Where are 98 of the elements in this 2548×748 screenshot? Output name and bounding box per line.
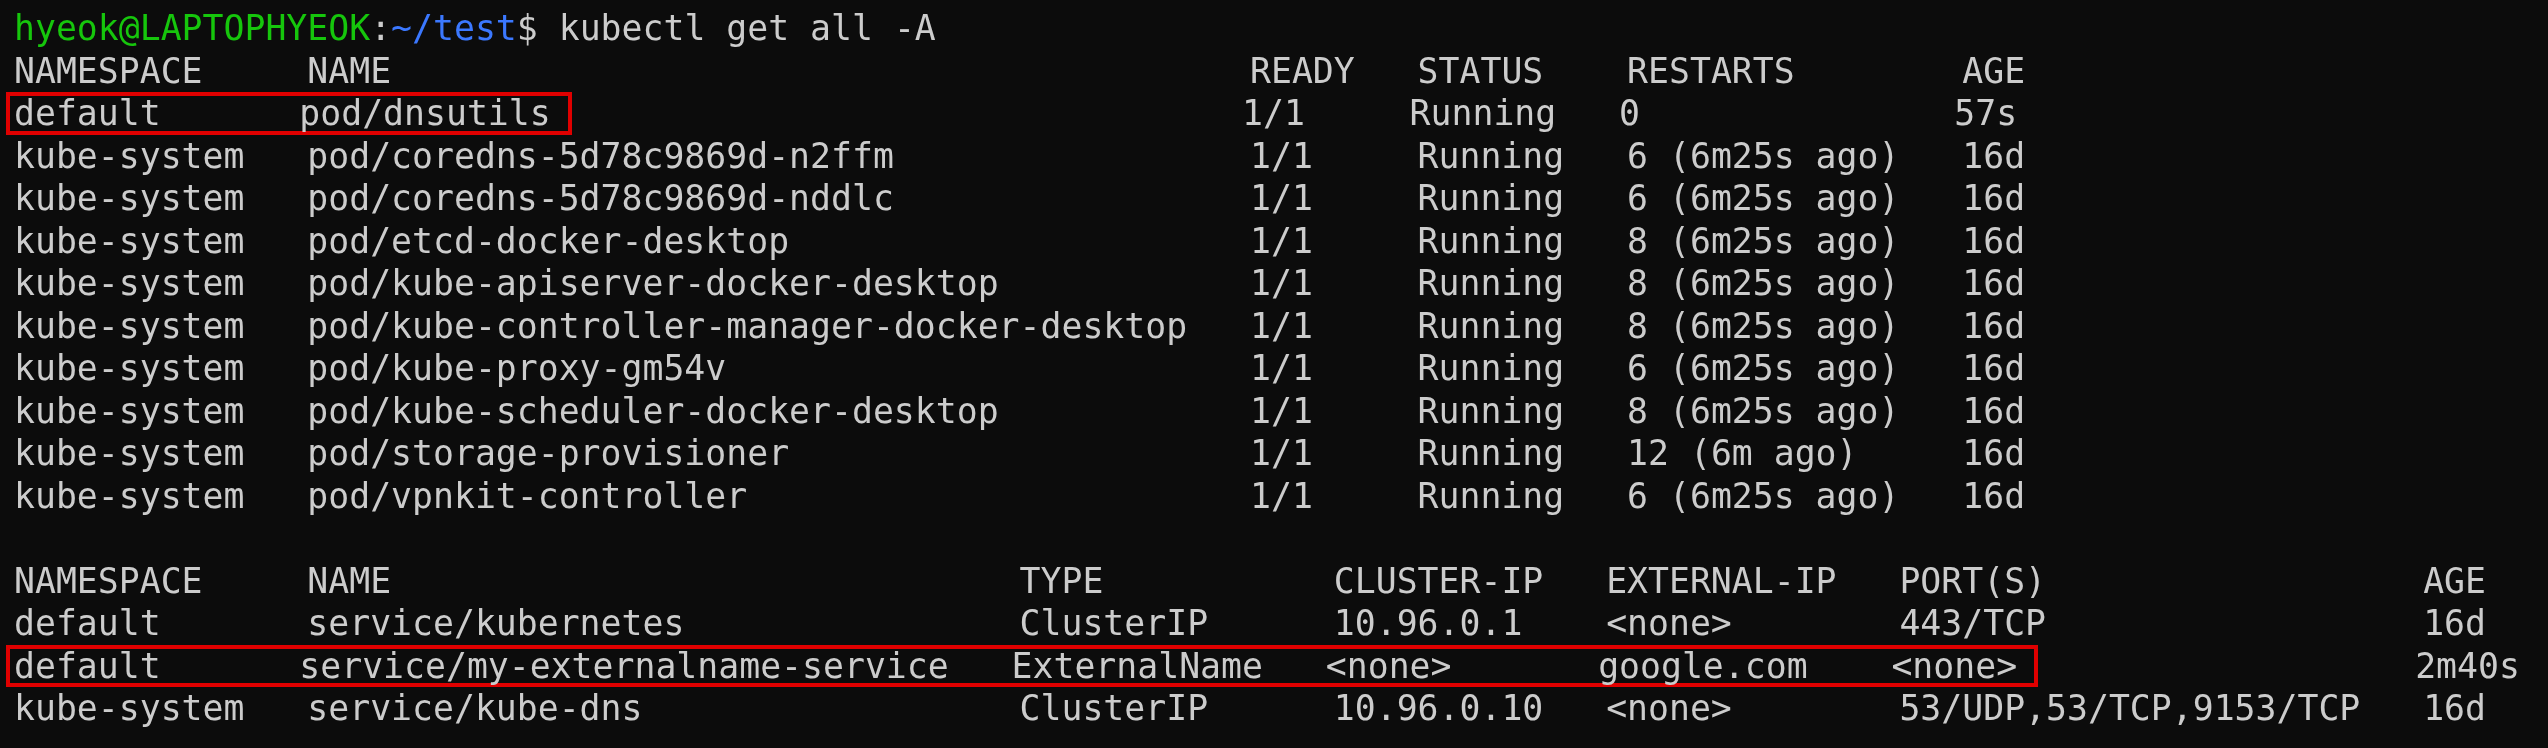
table-cell-text: Running	[1417, 432, 1566, 475]
table-cell-text: pod/vpnkit-controller	[307, 474, 749, 517]
table-cell-text: pod/coredns-5d78c9869d-n2ffm	[307, 134, 895, 177]
table-cell-text: pod/kube-apiserver-docker-desktop	[307, 262, 1000, 305]
table-cell-text: 16d	[1962, 389, 2027, 432]
column-header: NAMESPACE	[14, 559, 204, 602]
column-header: AGE	[1962, 49, 2027, 92]
table-cell: google.com	[1598, 644, 1892, 687]
table-cell-text: Running	[1417, 134, 1566, 177]
prompt-path: ~/test	[391, 7, 517, 50]
table-cell-text: service/kube-dns	[307, 687, 644, 730]
table-cell-text: 1/1	[1250, 304, 1314, 347]
table-cell-text: 57s	[1954, 92, 2019, 135]
table-cell-text: 16d	[1962, 262, 2027, 305]
table-cell-text: ClusterIP	[1019, 602, 1210, 645]
table-cell-text: 6 (6m25s ago)	[1627, 474, 1901, 517]
table-cell-text: 10.96.0.10	[1333, 687, 1545, 730]
column-header: AGE	[2423, 559, 2487, 602]
table-cell-text: pod/storage-provisioner	[307, 432, 791, 475]
table-cell-text: kube-system	[14, 389, 246, 432]
table-cell-text: kube-system	[14, 347, 246, 390]
table-cell-text: 8 (6m25s ago)	[1627, 219, 1901, 262]
table-cell-text: 16d	[1962, 347, 2027, 390]
table-cell-text: <none>	[1606, 602, 1733, 645]
prompt-separator: :	[370, 7, 392, 50]
table-cell-text: 10.96.0.1	[1333, 602, 1524, 645]
prompt-user-host: hyeok@LAPTOPHYEOK	[14, 7, 371, 50]
table-cell-text: ClusterIP	[1019, 687, 1210, 730]
table-cell-text: 1/1	[1250, 474, 1314, 517]
table-cell-text: Running	[1409, 92, 1558, 135]
table-cell-text: Running	[1417, 177, 1566, 220]
table-cell-text: Running	[1417, 347, 1566, 390]
column-header: TYPE	[1019, 559, 1105, 602]
table-cell-text: 2m40s	[2415, 644, 2521, 687]
table-cell: <none>	[1325, 644, 1599, 687]
table-cell-text: pod/kube-scheduler-docker-desktop	[307, 389, 1000, 432]
column-header: PORT(S)	[1899, 559, 2048, 602]
table-cell-text: 16d	[1962, 304, 2027, 347]
table-cell-text: pod/coredns-5d78c9869d-nddlc	[307, 177, 895, 220]
table-cell-text: 6 (6m25s ago)	[1627, 177, 1901, 220]
table-cell-text: Running	[1417, 219, 1566, 262]
command-text: $ kubectl get all -A	[516, 7, 936, 50]
table-cell: default	[6, 92, 300, 135]
table-cell: pod/dnsutils	[299, 92, 572, 135]
table-cell-text: Running	[1417, 262, 1566, 305]
table-cell-text: 1/1	[1250, 389, 1314, 432]
column-header: NAME	[307, 559, 393, 602]
table-cell-text: default	[14, 602, 162, 645]
table-cell-text: 53/UDP,53/TCP,9153/TCP	[1899, 687, 2362, 730]
table-cell-text: 1/1	[1242, 92, 1306, 135]
table-cell-text: 1/1	[1250, 177, 1314, 220]
table-cell-text: pod/etcd-docker-desktop	[307, 219, 791, 262]
table-cell-text: 1/1	[1250, 347, 1314, 390]
table-cell: service/my-externalname-service	[299, 644, 1012, 687]
table-cell-text: 12 (6m ago)	[1627, 432, 1859, 475]
table-cell-text: Running	[1417, 474, 1566, 517]
column-header: NAMESPACE	[14, 49, 204, 92]
table-cell-text: 0	[1619, 92, 1641, 135]
table-cell-text: 16d	[1962, 134, 2027, 177]
table-cell: <none>	[1891, 644, 2039, 687]
table-cell-text: 6 (6m25s ago)	[1627, 134, 1901, 177]
table-cell-text: pod/kube-proxy-gm54v	[307, 347, 728, 390]
table-cell-text: 8 (6m25s ago)	[1627, 304, 1901, 347]
table-cell: ExternalName	[1011, 644, 1326, 687]
column-header: RESTARTS	[1627, 49, 1796, 92]
table-cell-text: Running	[1417, 304, 1566, 347]
table-cell-text: kube-system	[14, 134, 246, 177]
column-header: NAME	[307, 49, 393, 92]
table-cell-text: <none>	[1606, 687, 1733, 730]
table-cell-text: kube-system	[14, 474, 246, 517]
table-cell-text: 8 (6m25s ago)	[1627, 262, 1901, 305]
column-header: EXTERNAL-IP	[1606, 559, 1838, 602]
table-cell-text: 16d	[1962, 474, 2027, 517]
table-cell-text: 16d	[2423, 602, 2487, 645]
table-cell-text: 16d	[1962, 432, 2027, 475]
table-cell-text: 1/1	[1250, 134, 1314, 177]
table-cell-text: 16d	[1962, 177, 2027, 220]
table-cell-text: 1/1	[1250, 432, 1314, 475]
table-cell-text: 1/1	[1250, 219, 1314, 262]
table-cell-text: service/kubernetes	[307, 602, 686, 645]
table-cell-text: 1/1	[1250, 262, 1314, 305]
table-cell: default	[6, 644, 300, 687]
table-cell-text: 8 (6m25s ago)	[1627, 389, 1901, 432]
table-cell-text: kube-system	[14, 177, 246, 220]
table-cell-text: 443/TCP	[1899, 602, 2048, 645]
table-cell-text: 16d	[2423, 687, 2487, 730]
table-cell-text: kube-system	[14, 304, 246, 347]
table-cell-text: kube-system	[14, 262, 246, 305]
table-cell-text: 6 (6m25s ago)	[1627, 347, 1901, 390]
table-cell-text: kube-system	[14, 687, 246, 730]
table-cell-text: kube-system	[14, 432, 246, 475]
table-cell-text: pod/kube-controller-manager-docker-desktop	[307, 304, 1189, 347]
column-header: READY	[1250, 49, 1356, 92]
column-header: STATUS	[1417, 49, 1545, 92]
table-cell-text: Running	[1417, 389, 1566, 432]
table-cell-text: kube-system	[14, 219, 246, 262]
table-cell-text: 16d	[1962, 219, 2027, 262]
column-header: CLUSTER-IP	[1333, 559, 1545, 602]
